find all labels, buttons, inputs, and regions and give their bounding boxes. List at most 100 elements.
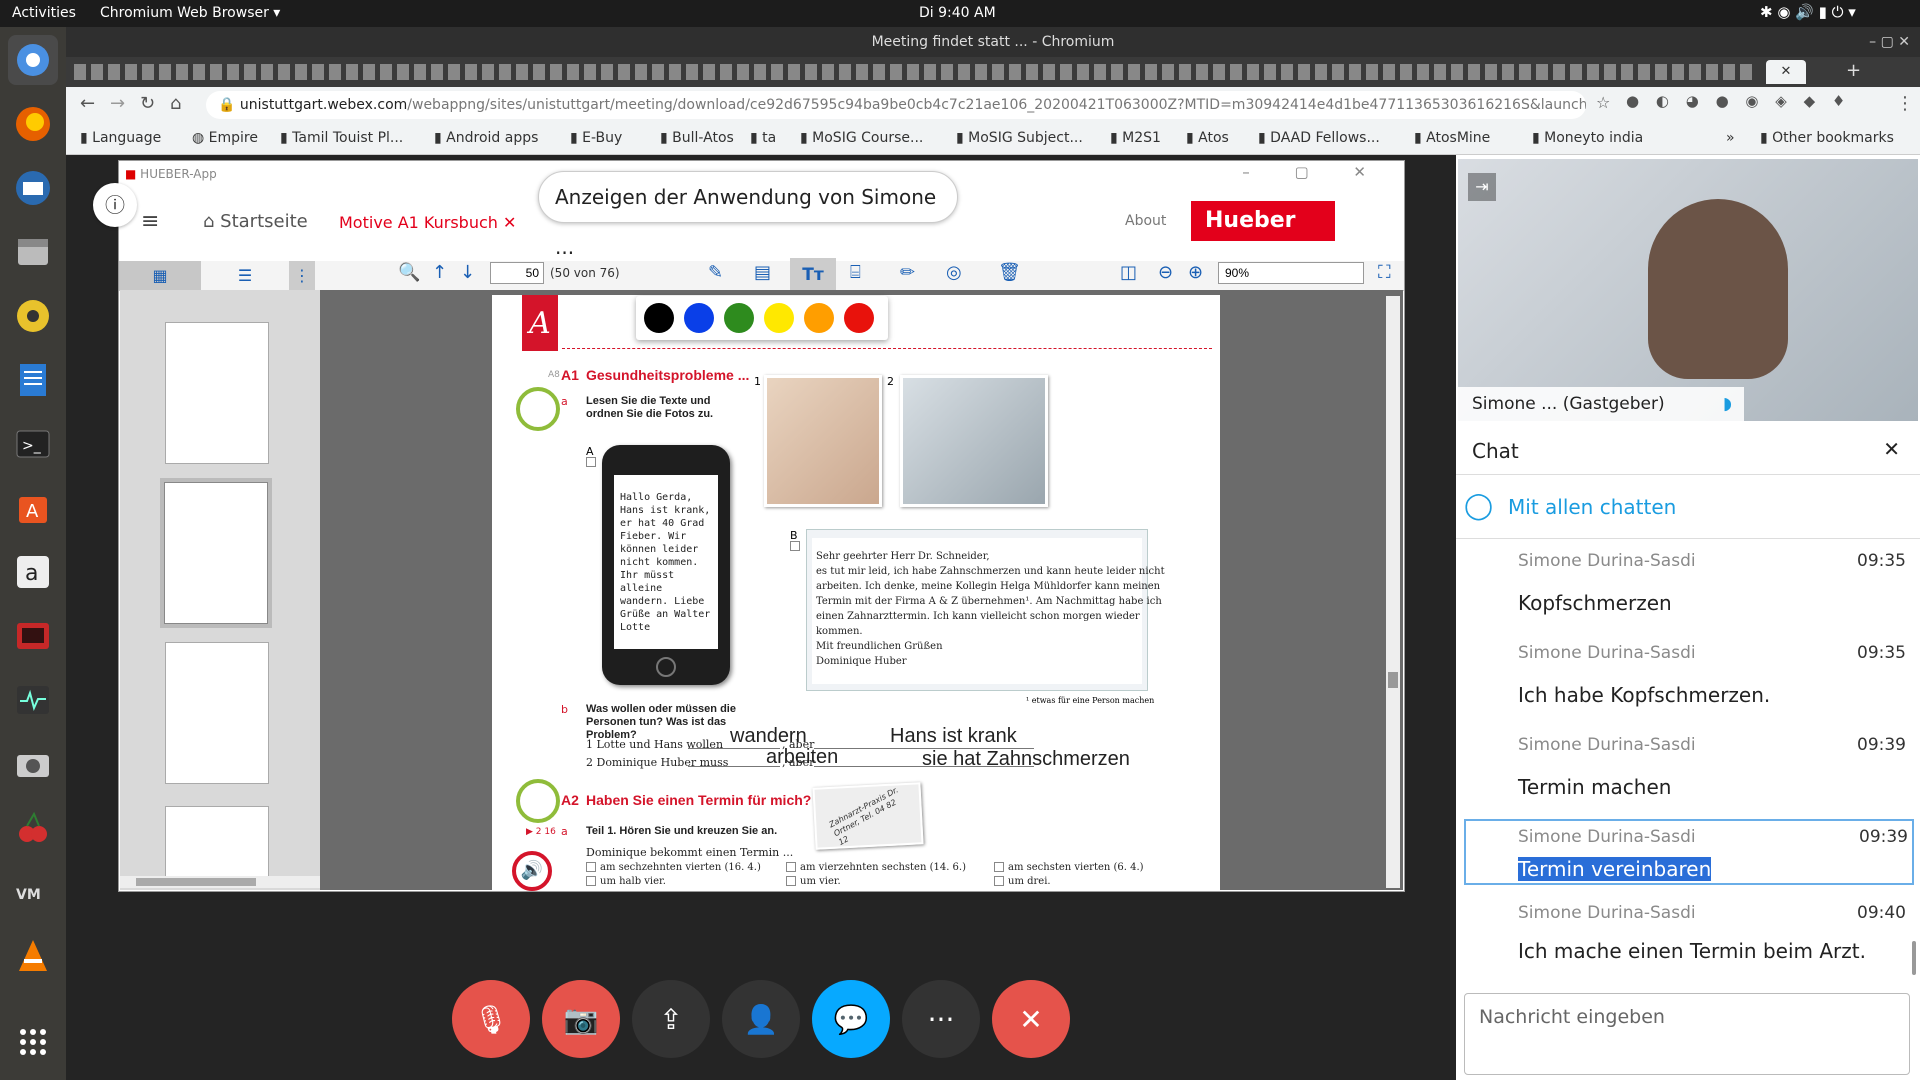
chat-message-list[interactable]: Simone Durina-Sasdi 09:35 Kopfschmerzen …	[1456, 541, 1920, 971]
chat-message[interactable]: Simone Durina-Sasdi 09:35 Ich habe Kopfs…	[1456, 633, 1920, 725]
terminal-icon[interactable]: >_	[8, 419, 58, 469]
sharing-banner[interactable]: Anzeigen der Anwendung von Simone ...	[538, 171, 958, 259]
menu-icon[interactable]: ⋮	[1896, 93, 1914, 114]
text-box-icon[interactable]: ⌸	[850, 262, 861, 283]
bookmark-language[interactable]: ▮ Language	[80, 130, 161, 146]
color-orange[interactable]	[804, 303, 834, 333]
other-bookmarks[interactable]: ▮ Other bookmarks	[1760, 130, 1894, 146]
home-link[interactable]: ⌂ Startseite	[203, 211, 308, 232]
home-icon[interactable]: ⌂	[170, 93, 181, 114]
bookmark-mosig-subject[interactable]: ▮ MoSIG Subject...	[956, 130, 1083, 146]
speaker-icon[interactable]: 🔊	[512, 851, 552, 891]
writer-icon[interactable]	[8, 355, 58, 405]
color-yellow[interactable]	[764, 303, 794, 333]
checkbox-opt[interactable]	[786, 876, 796, 886]
chat-scrollbar[interactable]	[1912, 941, 1916, 975]
scrollbar-thumb[interactable]	[1388, 672, 1398, 688]
show-apps-icon[interactable]	[8, 1017, 58, 1067]
checkbox-opt[interactable]	[786, 862, 796, 872]
hueber-logo[interactable]: Hueber	[1191, 201, 1335, 241]
software-center-icon[interactable]: A	[8, 483, 58, 533]
checkbox-opt[interactable]	[586, 876, 596, 886]
video-button[interactable]: 📷	[542, 980, 620, 1058]
bookmark-m2s1[interactable]: ▮ M2S1	[1110, 130, 1161, 146]
star-icon[interactable]: ☆	[1596, 93, 1610, 112]
answer-2a[interactable]: arbeiten	[766, 746, 838, 769]
checkbox-b[interactable]	[790, 541, 800, 551]
bookmark-ta[interactable]: ▮ ta	[750, 130, 776, 146]
hamburger-icon[interactable]: ≡	[141, 209, 159, 234]
close-chat-icon[interactable]: ✕	[1883, 437, 1900, 461]
rhythmbox-icon[interactable]	[8, 291, 58, 341]
info-icon[interactable]: ⓘ	[93, 183, 137, 227]
hide-annotations-icon[interactable]: ◎	[946, 262, 962, 283]
bookmark-android[interactable]: ▮ Android apps	[434, 130, 538, 146]
chat-message-focused[interactable]: Simone Durina-Sasdi 09:39 Termin vereinb…	[1464, 819, 1914, 885]
extension-icons[interactable]: ● ◐ ◕ ● ◉ ◈ ◆ ♦	[1626, 92, 1851, 110]
back-icon[interactable]: ←	[80, 93, 95, 114]
chromium-icon[interactable]	[8, 35, 58, 85]
share-button[interactable]: ⇪	[632, 980, 710, 1058]
about-link[interactable]: About	[1125, 213, 1166, 229]
zoom-out-icon[interactable]: ⊖	[1158, 262, 1173, 283]
answer-1a[interactable]: wandern	[730, 725, 807, 748]
vlc-icon[interactable]	[8, 931, 58, 981]
scrollbar-thumb[interactable]	[136, 878, 256, 886]
color-black[interactable]	[644, 303, 674, 333]
pen-icon[interactable]: ✏	[900, 262, 915, 283]
highlighter-icon[interactable]: ✎	[708, 262, 723, 283]
active-tab-close-icon[interactable]: ✕	[1766, 60, 1806, 84]
bookmark-atos[interactable]: ▮ Atos	[1186, 130, 1229, 146]
cherry-icon[interactable]	[8, 803, 58, 853]
thunderbird-icon[interactable]	[8, 163, 58, 213]
thumbnail-selected[interactable]	[160, 478, 272, 628]
app-menu[interactable]: Chromium Web Browser ▾	[100, 5, 280, 21]
chat-message[interactable]: Simone Durina-Sasdi 09:40 Ich mache eine…	[1456, 893, 1920, 971]
bookmark-mosig-course[interactable]: ▮ MoSIG Course...	[800, 130, 923, 146]
checkbox-opt[interactable]	[994, 876, 1004, 886]
color-green[interactable]	[724, 303, 754, 333]
bookmark-moneyto[interactable]: ▮ Moneyto india	[1532, 130, 1643, 146]
leave-button[interactable]: ✕	[992, 980, 1070, 1058]
pinned-tabs[interactable]	[74, 64, 1754, 80]
collapse-icon[interactable]: ⇥	[1468, 173, 1496, 201]
thumbnail-page[interactable]	[165, 806, 269, 886]
zoom-input[interactable]	[1218, 262, 1364, 284]
system-tray[interactable]: ✱ ◉ 🔊 ▮ ⏻ ▾	[1760, 3, 1856, 21]
checkbox-opt[interactable]	[994, 862, 1004, 872]
checkbox-opt[interactable]	[586, 862, 596, 872]
bookmark-bull-atos[interactable]: ▮ Bull-Atos	[660, 130, 734, 146]
book-tab[interactable]: Motive A1 Kursbuch ✕	[339, 213, 516, 232]
chat-input[interactable]: Nachricht eingeben	[1464, 993, 1910, 1075]
amazon-icon[interactable]: a	[8, 547, 58, 597]
split-view-icon[interactable]: ◫	[1120, 262, 1137, 283]
thumbnail-page[interactable]	[165, 642, 269, 784]
window-controls[interactable]: – ▢ ✕	[1869, 27, 1910, 57]
bookmark-empire[interactable]: ◍ Empire	[192, 130, 258, 146]
reload-icon[interactable]: ↻	[140, 93, 155, 114]
files-icon[interactable]	[8, 227, 58, 277]
prev-page-icon[interactable]: ↑	[432, 262, 447, 283]
thumbnail-hscrollbar[interactable]	[120, 876, 320, 888]
color-blue[interactable]	[684, 303, 714, 333]
zoom-in-icon[interactable]: ⊕	[1188, 262, 1203, 283]
color-red[interactable]	[844, 303, 874, 333]
clock[interactable]: Di 9:40 AM	[919, 5, 996, 21]
checkbox-a[interactable]	[586, 457, 596, 467]
fullscreen-icon[interactable]: ⛶	[1378, 262, 1391, 283]
list-view-icon[interactable]: ☰	[207, 261, 283, 291]
remote-desktop-icon[interactable]	[8, 611, 58, 661]
document-scrollbar[interactable]	[1386, 296, 1400, 888]
forward-icon[interactable]: →	[110, 93, 125, 114]
chat-message[interactable]: Simone Durina-Sasdi 09:35 Kopfschmerzen	[1456, 541, 1920, 633]
thumbnail-page[interactable]	[165, 322, 269, 464]
activities-button[interactable]: Activities	[12, 5, 76, 21]
page-number-input[interactable]	[490, 262, 544, 284]
participants-button[interactable]: 👤	[722, 980, 800, 1058]
text-tool-icon[interactable]: Tт	[790, 258, 836, 292]
answer-1b[interactable]: Hans ist krank	[890, 725, 1017, 748]
video-tile[interactable]: ⇥ Simone ... (Gastgeber) ◗	[1458, 159, 1918, 421]
bookmarks-overflow-icon[interactable]: »	[1726, 130, 1735, 146]
comment-icon[interactable]: ▤	[754, 262, 771, 283]
bookmark-ebuy[interactable]: ▮ E-Buy	[570, 130, 622, 146]
